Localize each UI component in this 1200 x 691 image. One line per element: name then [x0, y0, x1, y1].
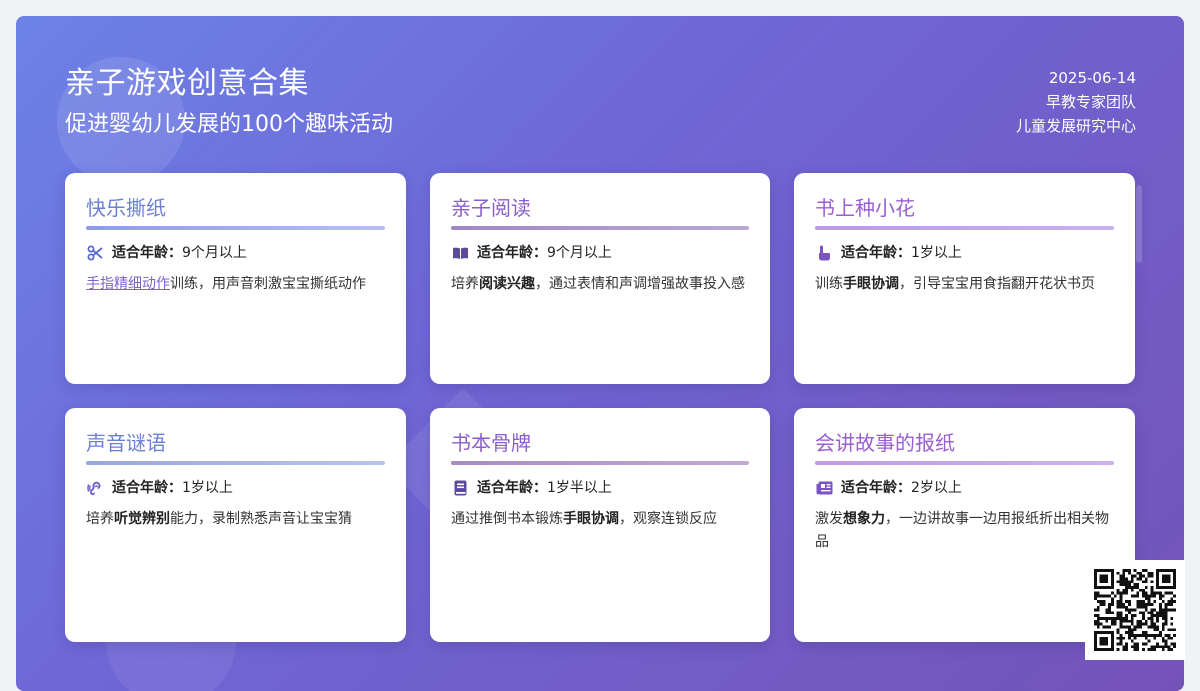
age-value: 1岁半以上: [547, 480, 612, 496]
desc-emphasis: 听觉辨别: [114, 511, 170, 527]
card-divider: [86, 226, 385, 230]
desc-text: 训练: [815, 276, 843, 292]
card-divider: [815, 226, 1114, 230]
desc-emphasis: 手眼协调: [563, 511, 619, 527]
card-divider: [451, 461, 749, 465]
age-label: 适合年龄：: [477, 480, 547, 496]
desc-emphasis: 阅读兴趣: [479, 276, 535, 292]
card-description: 激发想象力，一边讲故事一边用报纸折出相关物品: [815, 508, 1114, 554]
publish-date: 2025-06-14: [1048, 69, 1136, 87]
age-label: 适合年龄：: [841, 245, 911, 261]
age-row: 适合年龄： 1岁半以上: [451, 478, 749, 498]
age-row: 适合年龄： 9个月以上: [451, 243, 749, 263]
age-row: 适合年龄： 1岁以上: [815, 243, 1114, 263]
desc-text: ，引导宝宝用食指翻开花状书页: [899, 276, 1095, 292]
age-label: 适合年龄：: [841, 480, 911, 496]
card-description: 培养阅读兴趣，通过表情和声调增强故事投入感: [451, 273, 749, 296]
desc-text: 培养: [451, 276, 479, 292]
card-title: 书上种小花: [815, 196, 915, 220]
card-title: 书本骨牌: [451, 431, 531, 455]
age-row: 适合年龄： 9个月以上: [86, 243, 385, 263]
card-description: 手指精细动作训练，用声音刺激宝宝撕纸动作: [86, 273, 385, 296]
age-label: 适合年龄：: [477, 245, 547, 261]
desc-emphasis: 手眼协调: [843, 276, 899, 292]
card-title: 会讲故事的报纸: [815, 431, 955, 455]
card-title: 声音谜语: [86, 431, 166, 455]
activity-card-sound-riddles[interactable]: 声音谜语 适合年龄： 1岁以上 培养听觉辨别能力，录制熟悉声音让宝宝猜: [65, 408, 406, 642]
qr-code-icon[interactable]: [1085, 560, 1185, 660]
card-title: 亲子阅读: [451, 196, 531, 220]
age-value: 9个月以上: [547, 245, 612, 261]
card-divider: [86, 461, 385, 465]
activity-card-book-dominoes[interactable]: 书本骨牌 适合年龄： 1岁半以上 通过推倒书本锻炼手眼协调，观察连锁反应: [430, 408, 770, 642]
desc-text: ，通过表情和声调增强故事投入感: [535, 276, 745, 292]
age-label: 适合年龄：: [112, 245, 182, 261]
activity-card-storytelling-newspaper[interactable]: 会讲故事的报纸 适合年龄： 2岁以上 激发想象力，一边讲故事一边用报纸折出相关物…: [794, 408, 1135, 642]
card-title: 快乐撕纸: [86, 196, 166, 220]
pointing-hand-icon: [815, 244, 833, 262]
card-description: 通过推倒书本锻炼手眼协调，观察连锁反应: [451, 508, 749, 531]
card-divider: [815, 461, 1114, 465]
desc-text: 能力，录制熟悉声音让宝宝猜: [170, 511, 352, 527]
card-divider: [451, 226, 749, 230]
desc-link[interactable]: 手指精细动作: [86, 276, 170, 292]
decorative-bar: [1136, 185, 1142, 263]
age-value: 9个月以上: [182, 245, 247, 261]
age-value: 1岁以上: [911, 245, 962, 261]
desc-text: 训练，用声音刺激宝宝撕纸动作: [170, 276, 366, 292]
age-label: 适合年龄：: [112, 480, 182, 496]
age-row: 适合年龄： 2岁以上: [815, 478, 1114, 498]
age-value: 1岁以上: [182, 480, 233, 496]
header-meta: 2025-06-14 早教专家团队 儿童发展研究中心: [1016, 66, 1136, 138]
card-description: 训练手眼协调，引导宝宝用食指翻开花状书页: [815, 273, 1114, 296]
author-team: 早教专家团队: [1045, 93, 1136, 111]
desc-text: 激发: [815, 511, 843, 527]
desc-emphasis: 想象力: [843, 511, 885, 527]
ear-sound-icon: [86, 479, 104, 497]
newspaper-icon: [815, 479, 833, 497]
activity-card-paper-tearing[interactable]: 快乐撕纸 适合年龄： 9个月以上 手指精细动作训练，用声音刺激宝宝撕纸动作: [65, 173, 406, 384]
organization: 儿童发展研究中心: [1015, 117, 1136, 135]
page-subtitle: 促进婴幼儿发展的100个趣味活动: [65, 112, 393, 137]
age-value: 2岁以上: [911, 480, 962, 496]
page-title: 亲子游戏创意合集: [65, 66, 309, 101]
activity-card-book-flowers[interactable]: 书上种小花 适合年龄： 1岁以上 训练手眼协调，引导宝宝用食指翻开花状书页: [794, 173, 1135, 384]
qr-code-graphic: [1094, 569, 1176, 651]
scissors-icon: [86, 244, 104, 262]
desc-text: 培养: [86, 511, 114, 527]
desc-text: ，观察连锁反应: [619, 511, 717, 527]
age-row: 适合年龄： 1岁以上: [86, 478, 385, 498]
book-icon: [451, 479, 469, 497]
open-book-icon: [451, 244, 469, 262]
desc-text: 通过推倒书本锻炼: [451, 511, 563, 527]
card-description: 培养听觉辨别能力，录制熟悉声音让宝宝猜: [86, 508, 385, 531]
activity-card-parent-reading[interactable]: 亲子阅读 适合年龄： 9个月以上 培养阅读兴趣，通过表情和声调增强故事投入感: [430, 173, 770, 384]
